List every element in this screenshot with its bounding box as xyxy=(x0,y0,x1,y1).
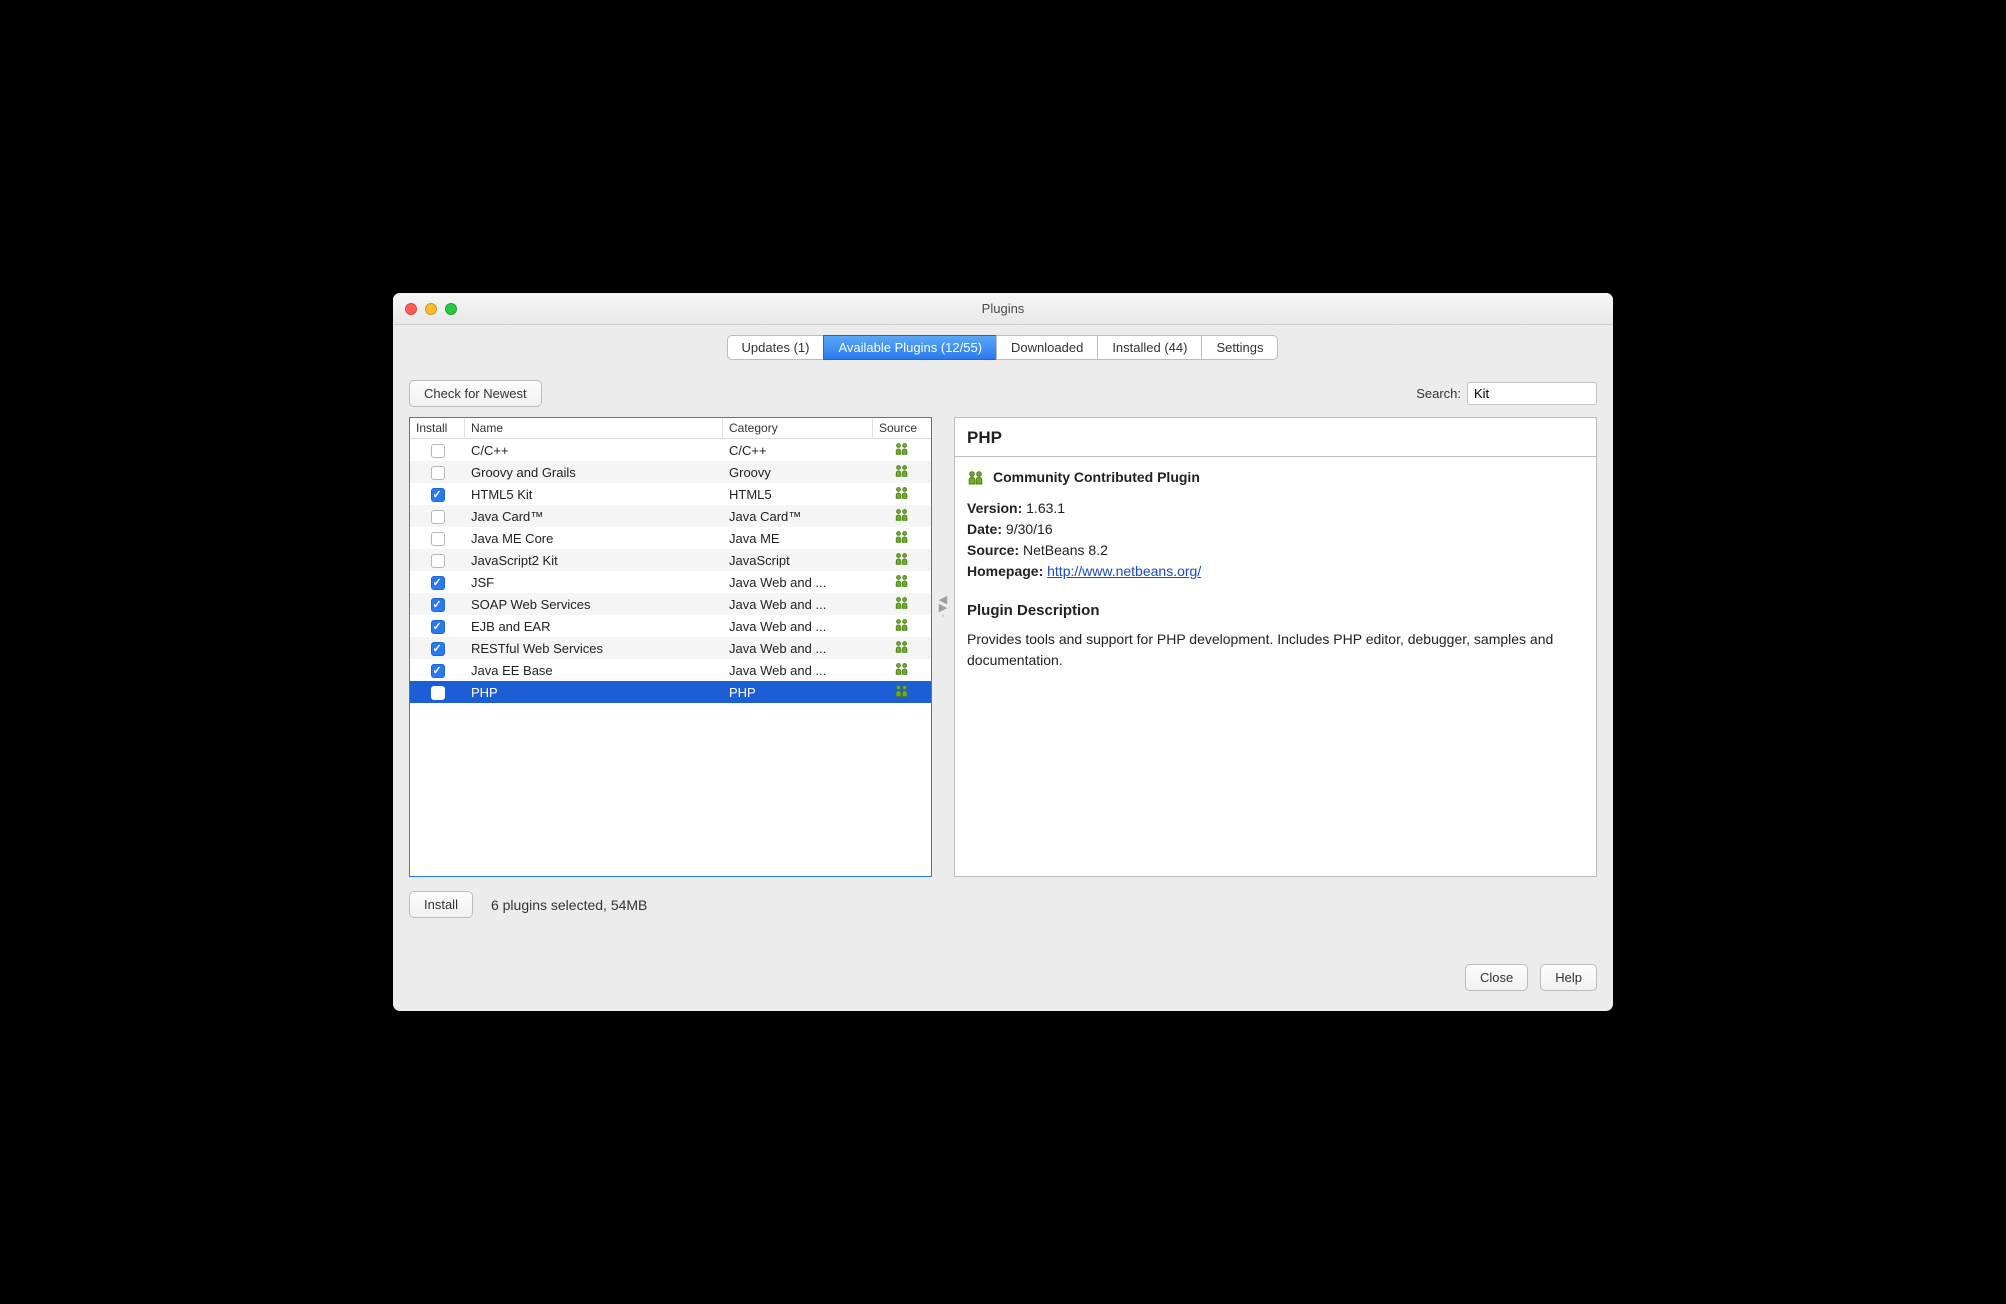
tab-downloaded[interactable]: Downloaded xyxy=(996,335,1098,360)
row-name: PHP xyxy=(465,685,723,700)
row-name: SOAP Web Services xyxy=(465,597,723,612)
row-name: JSF xyxy=(465,575,723,590)
install-checkbox[interactable] xyxy=(431,664,445,678)
details-version: 1.63.1 xyxy=(1026,500,1065,516)
row-category: Java Web and ... xyxy=(723,663,873,678)
selection-status: 6 plugins selected, 54MB xyxy=(491,897,647,913)
community-label: Community Contributed Plugin xyxy=(993,467,1200,488)
row-name: Java EE Base xyxy=(465,663,723,678)
row-category: JavaScript xyxy=(723,553,873,568)
row-category: C/C++ xyxy=(723,443,873,458)
row-name: Groovy and Grails xyxy=(465,465,723,480)
search-input[interactable] xyxy=(1467,382,1597,405)
row-category: Java Web and ... xyxy=(723,641,873,656)
col-source[interactable]: Source xyxy=(873,418,931,438)
table-row[interactable]: RESTful Web ServicesJava Web and ... xyxy=(410,637,931,659)
table-row[interactable]: JSFJava Web and ... xyxy=(410,571,931,593)
install-checkbox[interactable] xyxy=(431,510,445,524)
install-checkbox[interactable] xyxy=(431,488,445,502)
community-icon xyxy=(893,618,911,632)
community-icon xyxy=(893,464,911,478)
table-row[interactable]: Java ME CoreJava ME xyxy=(410,527,931,549)
row-category: Java Web and ... xyxy=(723,575,873,590)
row-category: Java Card™ xyxy=(723,509,873,524)
close-button[interactable]: Close xyxy=(1465,964,1528,991)
install-checkbox[interactable] xyxy=(431,532,445,546)
col-category[interactable]: Category xyxy=(723,418,873,438)
window-title: Plugins xyxy=(393,301,1613,316)
tab-settings[interactable]: Settings xyxy=(1201,335,1278,360)
community-icon xyxy=(893,684,911,698)
description-heading: Plugin Description xyxy=(967,600,1584,623)
community-icon xyxy=(893,508,911,522)
row-category: HTML5 xyxy=(723,487,873,502)
table-row[interactable]: JavaScript2 KitJavaScript xyxy=(410,549,931,571)
install-checkbox[interactable] xyxy=(431,466,445,480)
install-checkbox[interactable] xyxy=(431,620,445,634)
check-for-newest-button[interactable]: Check for Newest xyxy=(409,380,542,407)
row-category: Java Web and ... xyxy=(723,597,873,612)
help-button[interactable]: Help xyxy=(1540,964,1597,991)
install-checkbox[interactable] xyxy=(431,686,445,700)
install-button[interactable]: Install xyxy=(409,891,473,918)
tab-bar: Updates (1) Available Plugins (12/55) Do… xyxy=(409,335,1597,360)
table-row[interactable]: SOAP Web ServicesJava Web and ... xyxy=(410,593,931,615)
install-checkbox[interactable] xyxy=(431,444,445,458)
community-icon xyxy=(893,552,911,566)
community-plugin-row: Community Contributed Plugin xyxy=(967,467,1584,488)
row-category: Groovy xyxy=(723,465,873,480)
row-category: Java ME xyxy=(723,531,873,546)
table-header: Install Name Category Source xyxy=(410,418,931,439)
community-icon xyxy=(893,640,911,654)
row-name: C/C++ xyxy=(465,443,723,458)
table-row[interactable]: Groovy and GrailsGroovy xyxy=(410,461,931,483)
tab-installed[interactable]: Installed (44) xyxy=(1097,335,1202,360)
details-title: PHP xyxy=(967,428,1584,448)
row-name: Java ME Core xyxy=(465,531,723,546)
table-row[interactable]: HTML5 KitHTML5 xyxy=(410,483,931,505)
plugins-table: Install Name Category Source C/C++C/C++G… xyxy=(409,417,932,877)
community-icon xyxy=(967,470,985,486)
col-install[interactable]: Install xyxy=(410,418,465,438)
titlebar: Plugins xyxy=(393,293,1613,325)
install-checkbox[interactable] xyxy=(431,554,445,568)
community-icon xyxy=(893,574,911,588)
row-category: Java Web and ... xyxy=(723,619,873,634)
install-checkbox[interactable] xyxy=(431,642,445,656)
table-row[interactable]: EJB and EARJava Web and ... xyxy=(410,615,931,637)
row-name: Java Card™ xyxy=(465,509,723,524)
row-name: HTML5 Kit xyxy=(465,487,723,502)
row-name: JavaScript2 Kit xyxy=(465,553,723,568)
table-row[interactable]: Java EE BaseJava Web and ... xyxy=(410,659,931,681)
details-date: 9/30/16 xyxy=(1006,521,1053,537)
details-source: NetBeans 8.2 xyxy=(1023,542,1108,558)
table-row[interactable]: C/C++C/C++ xyxy=(410,439,931,461)
homepage-link[interactable]: http://www.netbeans.org/ xyxy=(1047,563,1201,579)
install-checkbox[interactable] xyxy=(431,576,445,590)
col-name[interactable]: Name xyxy=(465,418,723,438)
description-text: Provides tools and support for PHP devel… xyxy=(967,629,1584,671)
community-icon xyxy=(893,596,911,610)
tab-updates[interactable]: Updates (1) xyxy=(727,335,825,360)
community-icon xyxy=(893,662,911,676)
plugin-details-panel: PHP Community Contributed Plugin xyxy=(954,417,1597,877)
row-name: RESTful Web Services xyxy=(465,641,723,656)
community-icon xyxy=(893,442,911,456)
search-label: Search: xyxy=(1416,386,1461,401)
row-name: EJB and EAR xyxy=(465,619,723,634)
row-category: PHP xyxy=(723,685,873,700)
plugins-window: Plugins Updates (1) Available Plugins (1… xyxy=(393,293,1613,1011)
community-icon xyxy=(893,486,911,500)
table-row[interactable]: PHPPHP xyxy=(410,681,931,703)
community-icon xyxy=(893,530,911,544)
table-row[interactable]: Java Card™Java Card™ xyxy=(410,505,931,527)
install-checkbox[interactable] xyxy=(431,598,445,612)
tab-available-plugins[interactable]: Available Plugins (12/55) xyxy=(823,335,997,360)
split-handle[interactable]: ◀▶◦ xyxy=(938,597,948,877)
